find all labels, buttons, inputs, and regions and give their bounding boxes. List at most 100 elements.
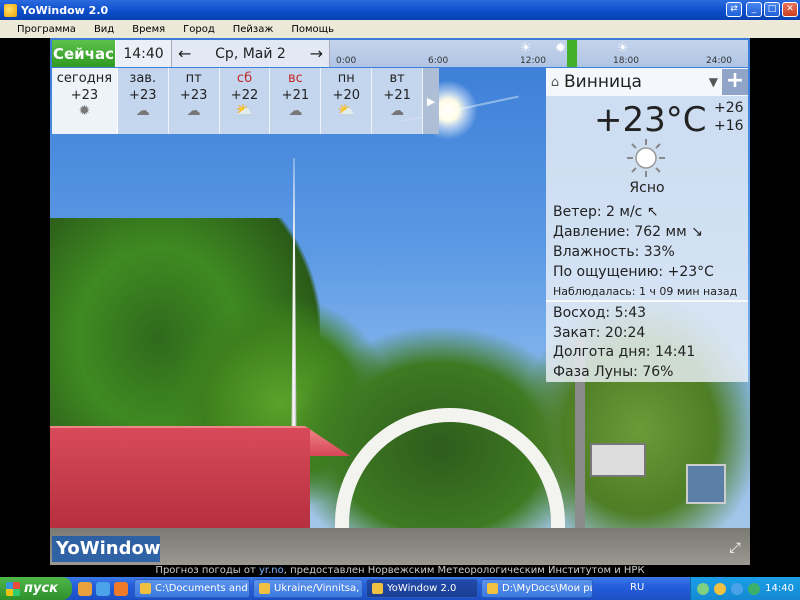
app-icon [4, 3, 17, 17]
day-name: зав. [129, 71, 157, 86]
day-forecast-item[interactable]: вс +21 ☁ [270, 68, 322, 134]
day-name: вс [287, 71, 303, 86]
high-temperature: +26 [714, 100, 744, 116]
day-forecast-item[interactable]: зав. +23 ☁ [118, 68, 169, 134]
menu-help[interactable]: Помощь [282, 24, 343, 35]
humidity-text: Влажность: 33% [553, 244, 675, 260]
billboard [590, 443, 646, 477]
start-label: пуск [24, 581, 58, 596]
security-icon[interactable] [748, 582, 761, 595]
chevron-down-icon[interactable]: ▼ [709, 75, 718, 89]
sunrise-text: Восход: 5:43 [553, 305, 647, 321]
prev-day-arrow-icon[interactable]: ← [178, 44, 191, 63]
clock[interactable]: 14:40 [765, 583, 794, 594]
day-temp: +23 [179, 88, 208, 103]
network-icon[interactable] [697, 582, 710, 595]
taskbar-item[interactable]: D:\MyDocs\Мои ри... [481, 579, 593, 598]
menu-time[interactable]: Время [123, 24, 174, 35]
timeline-tick: 12:00 [520, 56, 546, 66]
fullscreen-icon[interactable]: ⤢ [726, 540, 744, 558]
current-time: 14:40 [116, 40, 172, 67]
rain-icon: ☁ [135, 103, 150, 119]
time-bar: Сейчас 14:40 ← Ср, Май 2 → 0:00 6:00 12:… [52, 40, 748, 67]
sunset-text: Закат: 20:24 [553, 324, 646, 341]
day-forecast-item[interactable]: сегодня +23 ✹ [52, 68, 118, 134]
volume-icon[interactable] [731, 582, 744, 595]
yowindow-icon [372, 583, 383, 594]
pressure-text: Давление: 762 мм [553, 224, 687, 240]
day-forecast-item[interactable]: сб +22 ⛅ [220, 68, 271, 134]
panel-divider [546, 300, 748, 302]
sun-icon [627, 139, 665, 177]
weather-panel: ⌂ Винница ▼ + +23°C +26 +16 Ясно Ветер: … [546, 68, 748, 382]
yowindow-logo[interactable]: YoWindow [52, 536, 160, 562]
feels-like-text: По ощущению: +23°C [553, 264, 714, 280]
day-name: пн [337, 71, 355, 86]
firefox-icon[interactable] [78, 581, 92, 596]
city-selector[interactable]: ⌂ Винница ▼ + [546, 68, 748, 96]
billboard-2 [686, 464, 726, 504]
partly-cloudy-icon: ⛅ [337, 103, 355, 119]
daily-forecast: сегодня +23 ✹ зав. +23 ☁ пт +23 ☁ сб +22… [52, 68, 440, 134]
taskbar-item-label: YoWindow 2.0 [387, 583, 457, 594]
taskbar-item[interactable]: C:\Documents and... [134, 579, 250, 598]
window-titlebar[interactable]: YoWindow 2.0 ⇄ _ □ ✕ [0, 0, 800, 20]
yr-link[interactable]: yr.no [259, 565, 284, 576]
menu-program[interactable]: Программа [8, 24, 85, 35]
day-temp: +20 [332, 88, 360, 103]
day-timeline[interactable]: 0:00 6:00 12:00 18:00 24:00 ☀ ✹ ☀ [330, 40, 748, 67]
pavilion [50, 428, 310, 538]
day-forecast-item[interactable]: пт +23 ☁ [169, 68, 220, 134]
now-button[interactable]: Сейчас [52, 40, 116, 67]
minimize-button[interactable]: _ [746, 2, 762, 17]
close-button[interactable]: ✕ [782, 2, 798, 17]
taskbar-item[interactable]: Ukraine/Vinnitsa, ... [253, 579, 363, 598]
taskbar-item-label: D:\MyDocs\Мои ри... [502, 583, 592, 594]
next-day-arrow-icon[interactable]: → [310, 44, 323, 63]
date-navigator: ← Ср, Май 2 → [172, 40, 330, 67]
firefox-icon [259, 583, 270, 594]
current-temperature: +23°C [594, 100, 707, 140]
taskbar-item-label: C:\Documents and... [155, 583, 250, 594]
pressure-trend-icon: ↘ [691, 224, 703, 240]
next-days-arrow-icon[interactable]: ▶ [423, 68, 440, 134]
timeline-tick: 24:00 [706, 56, 732, 66]
weather-details: Ветер: 2 м/с ↖ Давление: 762 мм ↘ Влажно… [553, 202, 737, 302]
day-name: сегодня [56, 71, 113, 86]
sun-icon: ✹ [78, 103, 91, 119]
maximize-button[interactable]: □ [764, 2, 780, 17]
day-temp: +23 [129, 88, 157, 103]
start-button[interactable]: пуск [0, 577, 72, 600]
system-tray: 14:40 [690, 577, 800, 600]
timeline-marker[interactable] [567, 40, 577, 67]
moon-phase-text: Фаза Луны: 76% [553, 363, 674, 380]
swap-icon[interactable]: ⇄ [726, 2, 742, 17]
city-name[interactable]: Винница [564, 72, 709, 92]
credit-prefix: Прогноз погоды от [155, 565, 256, 576]
current-date: Ср, Май 2 [215, 45, 286, 62]
media-icon[interactable] [114, 581, 128, 596]
day-temp: +22 [230, 88, 259, 103]
taskbar-item[interactable]: YoWindow 2.0 [366, 579, 478, 598]
menu-landscape[interactable]: Пейзаж [224, 24, 283, 35]
wind-text: Ветер: 2 м/с [553, 204, 643, 220]
day-forecast-item[interactable]: вт +21 ☁ [372, 68, 424, 134]
window-title: YoWindow 2.0 [21, 3, 109, 17]
day-temp: +21 [281, 88, 310, 103]
folder-icon [487, 583, 498, 594]
partly-cloudy-icon: ☀ [520, 41, 532, 56]
ie-icon[interactable] [96, 581, 110, 596]
rain-icon: ☁ [390, 103, 405, 119]
sun-tray-icon[interactable] [714, 582, 727, 595]
timeline-tick: 0:00 [336, 56, 357, 66]
daylength-text: Долгота дня: 14:41 [553, 344, 696, 360]
add-city-button[interactable]: + [722, 69, 748, 95]
day-temp: +21 [383, 88, 411, 103]
menu-view[interactable]: Вид [85, 24, 123, 35]
language-indicator[interactable]: RU [630, 582, 644, 593]
home-icon[interactable]: ⌂ [546, 75, 564, 90]
wind-direction-icon: ↖ [646, 204, 659, 220]
credit-suffix: , предоставлен Норвежским Метеорологичес… [283, 565, 645, 576]
day-forecast-item[interactable]: пн +20 ⛅ [321, 68, 373, 134]
menu-city[interactable]: Город [174, 24, 224, 35]
